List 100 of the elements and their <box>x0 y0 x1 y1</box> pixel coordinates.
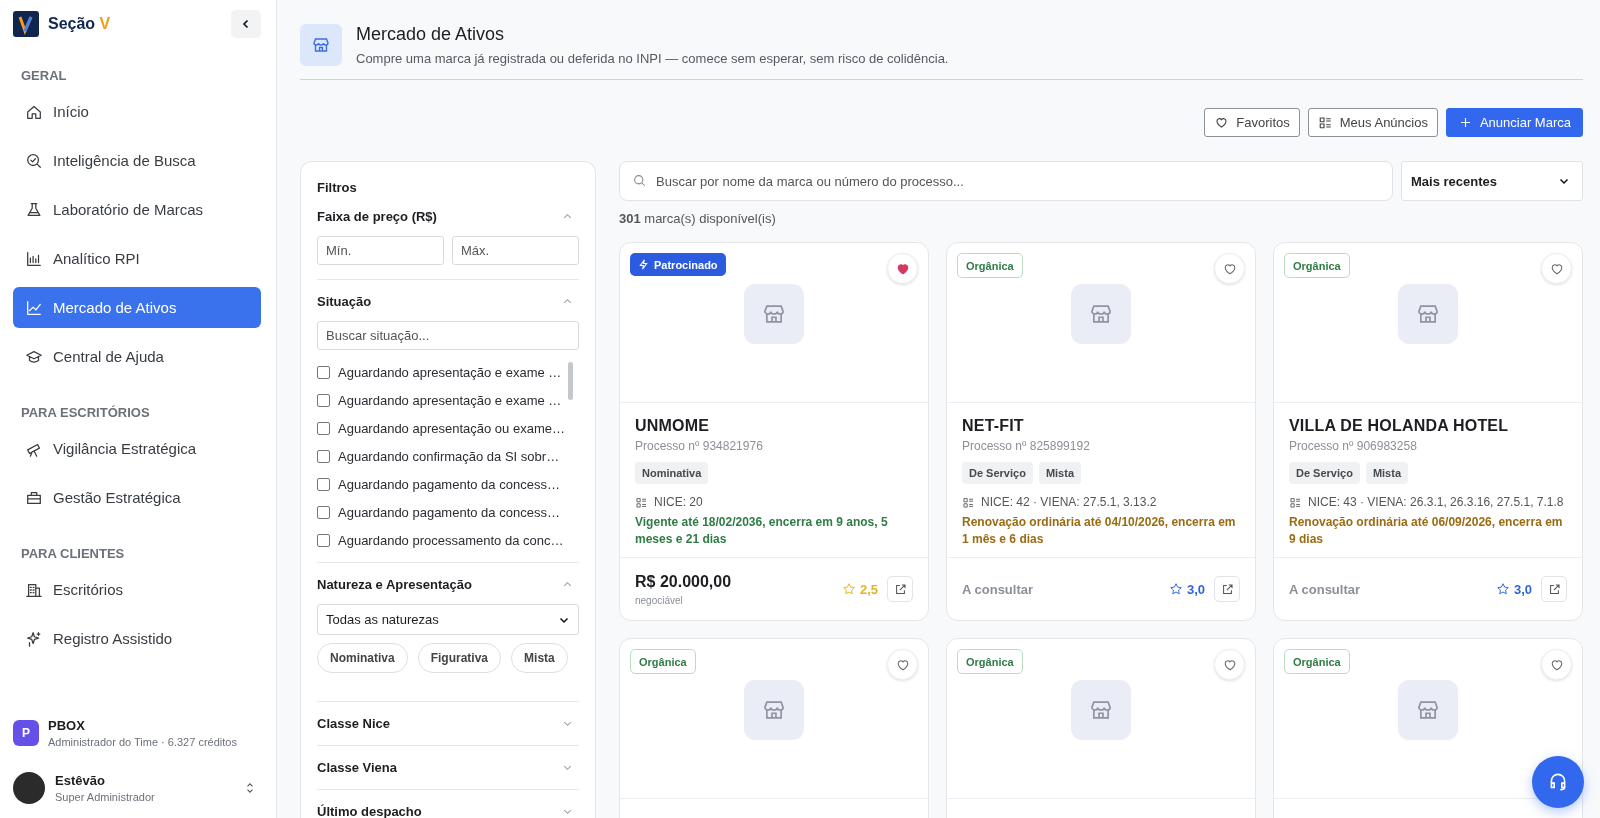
nav-item[interactable]: Início <box>13 91 261 132</box>
nav-item[interactable]: Mercado de Ativos <box>13 287 261 328</box>
open-external-button[interactable] <box>887 576 913 602</box>
organic-badge: Orgânica <box>957 253 1023 278</box>
checkbox[interactable] <box>317 366 330 379</box>
list-icon <box>962 495 975 509</box>
nav-section-title: PARA CLIENTES <box>20 545 126 563</box>
filter-section-title[interactable]: Natureza e Apresentação <box>317 577 472 592</box>
nav-item[interactable]: Inteligência de Busca <box>13 140 261 181</box>
organic-badge: Orgânica <box>1284 649 1350 674</box>
chart-icon <box>25 298 43 317</box>
results-count: 301 marca(s) disponível(is) <box>619 211 777 226</box>
collapse-button[interactable] <box>231 10 261 38</box>
favorite-button[interactable] <box>1214 649 1245 680</box>
list-icon <box>635 495 648 509</box>
status-option[interactable]: Aguardando apresentação e exame … <box>338 393 562 408</box>
listing-card[interactable]: Orgânica <box>1273 638 1583 818</box>
checkbox[interactable] <box>317 450 330 463</box>
checkbox[interactable] <box>317 478 330 491</box>
star-icon <box>1495 582 1510 596</box>
nav-item[interactable]: Registro Assistido <box>13 618 261 659</box>
price-on-request: A consultar <box>1289 581 1361 597</box>
favorite-button[interactable] <box>887 253 918 284</box>
checkbox[interactable] <box>317 534 330 547</box>
heart-icon <box>1214 115 1230 130</box>
brand-title: UNMOME <box>635 417 711 435</box>
status-option[interactable]: Aguardando apresentação ou exame… <box>338 421 565 436</box>
status-option[interactable]: Aguardando pagamento da concess… <box>338 477 560 492</box>
page-subtitle: Compre uma marca já registrada ou deferida no INPI — comece sem esperar, sem risco de colidência. <box>356 51 949 66</box>
nav-item[interactable]: Gestão Estratégica <box>13 477 261 518</box>
nav-section-title: GERAL <box>20 67 68 85</box>
status-option[interactable]: Aguardando confirmação da SI sobr… <box>338 449 560 464</box>
listing-card[interactable]: Patrocinado UNMOME Processo nº 934821976 Nominativa NICE: 20 Vigente até 18/02/2036, encerra em 9 anos, 5 meses e 21 dias R$ 20.000,00 negociável 2,5 <box>619 242 929 621</box>
class-codes: NICE: 20 <box>654 495 703 509</box>
nav-item[interactable]: Analítico RPI <box>13 238 261 279</box>
store-placeholder-icon <box>1071 283 1131 344</box>
bolt-icon <box>638 259 649 270</box>
process-number: Processo nº 906983258 <box>1289 439 1418 453</box>
status-option[interactable]: Aguardando processamento da conc… <box>338 533 564 548</box>
validity-status: Vigente até 18/02/2036, encerra em 9 anos, 5 meses e 21 dias <box>635 514 889 549</box>
listing-card[interactable]: Orgânica NET-FIT Processo nº 825899192 De Serviço Mista NICE: 42 · VIENA: 27.5.1, 3.13.2 Renovação ordinária até 04/10/2026, encerra em 1 mês e 6 dias A consultar 3,0 <box>946 242 1256 621</box>
external-link-icon <box>1220 582 1234 596</box>
store-placeholder-icon <box>744 283 804 344</box>
filter-chip[interactable]: Mista <box>511 643 568 673</box>
filter-section-title[interactable]: Faixa de preço (R$) <box>317 209 437 224</box>
scrollbar-thumb[interactable] <box>568 362 573 400</box>
nav-section-title: PARA ESCRITÓRIOS <box>20 404 151 422</box>
team-avatar: P <box>13 720 39 746</box>
store-icon <box>300 24 342 66</box>
sort-select[interactable]: Mais recentes <box>1401 161 1583 201</box>
listing-card[interactable]: Orgânica <box>946 638 1256 818</box>
checkbox[interactable] <box>317 422 330 435</box>
checkbox[interactable] <box>317 506 330 519</box>
listing-card[interactable]: Orgânica VILLA DE HOLANDA HOTEL Processo nº 906983258 De Serviço Mista NICE: 43 · VIENA: 26.3.1, 26.3.16, 27.5.1, 7.1.8 Renovação ordinária até 06/09/2026, encerra em 9 dias A consultar 3,0 <box>1273 242 1583 621</box>
filter-section-title[interactable]: Situação <box>317 294 372 309</box>
class-codes: NICE: 42 · VIENA: 27.5.1, 3.13.2 <box>981 495 1157 509</box>
external-link-icon <box>1547 582 1561 596</box>
user-avatar <box>13 772 45 804</box>
favorites-button[interactable]: Favoritos <box>1204 108 1300 137</box>
filter-chip[interactable]: Figurativa <box>417 643 502 673</box>
filter-section-title[interactable]: Último despacho <box>317 804 422 818</box>
validity-status: Renovação ordinária até 06/09/2026, encerra em 9 dias <box>1289 514 1564 549</box>
nav-item[interactable]: Escritórios <box>13 569 261 610</box>
list-icon <box>1317 115 1333 130</box>
list-icon <box>1289 495 1302 509</box>
favorite-button[interactable] <box>887 649 918 680</box>
favorite-button[interactable] <box>1541 253 1572 284</box>
status-option[interactable]: Aguardando pagamento da concess… <box>338 505 560 520</box>
filter-section-title[interactable]: Classe Viena <box>317 760 397 775</box>
listing-card[interactable]: Orgânica <box>619 638 929 818</box>
status-search-field[interactable]: Buscar situação... <box>317 321 579 350</box>
favorite-button[interactable] <box>1541 649 1572 680</box>
organic-badge: Orgânica <box>957 649 1023 674</box>
open-external-button[interactable] <box>1541 576 1567 602</box>
store-placeholder-icon <box>1398 679 1458 740</box>
filter-chip[interactable]: Nominativa <box>317 643 408 673</box>
open-external-button[interactable] <box>1214 576 1240 602</box>
bars-icon <box>25 249 43 268</box>
nav-item[interactable]: Laboratório de Marcas <box>13 189 261 230</box>
type-tag: Mista <box>1365 462 1408 484</box>
my-listings-button[interactable]: Meus Anúncios <box>1307 108 1438 137</box>
status-option[interactable]: Aguardando apresentação e exame … <box>338 365 562 380</box>
add-listing-button[interactable]: Anunciar Marca <box>1445 108 1583 137</box>
filter-section-title[interactable]: Classe Nice <box>317 716 390 731</box>
min-price-field[interactable]: Mín. <box>317 236 444 265</box>
price: R$ 20.000,00 <box>635 572 732 591</box>
nature-select[interactable]: Todas as naturezas <box>317 604 579 635</box>
brand-title: NET-FIT <box>962 417 1025 435</box>
max-price-field[interactable]: Máx. <box>452 236 579 265</box>
checkbox[interactable] <box>317 394 330 407</box>
type-tag: De Serviço <box>1289 462 1360 484</box>
search-field[interactable]: Buscar por nome da marca ou número do processo... <box>619 161 1393 201</box>
favorite-button[interactable] <box>1214 253 1245 284</box>
store-placeholder-icon <box>744 679 804 740</box>
nav-item[interactable]: Central de Ajuda <box>13 336 261 377</box>
star-icon <box>841 582 856 596</box>
flask-icon <box>25 200 43 219</box>
rating: 3,0 <box>1168 581 1205 597</box>
chevron-up-down-icon[interactable] <box>245 781 255 795</box>
nav-item[interactable]: Vigilância Estratégica <box>13 428 261 469</box>
